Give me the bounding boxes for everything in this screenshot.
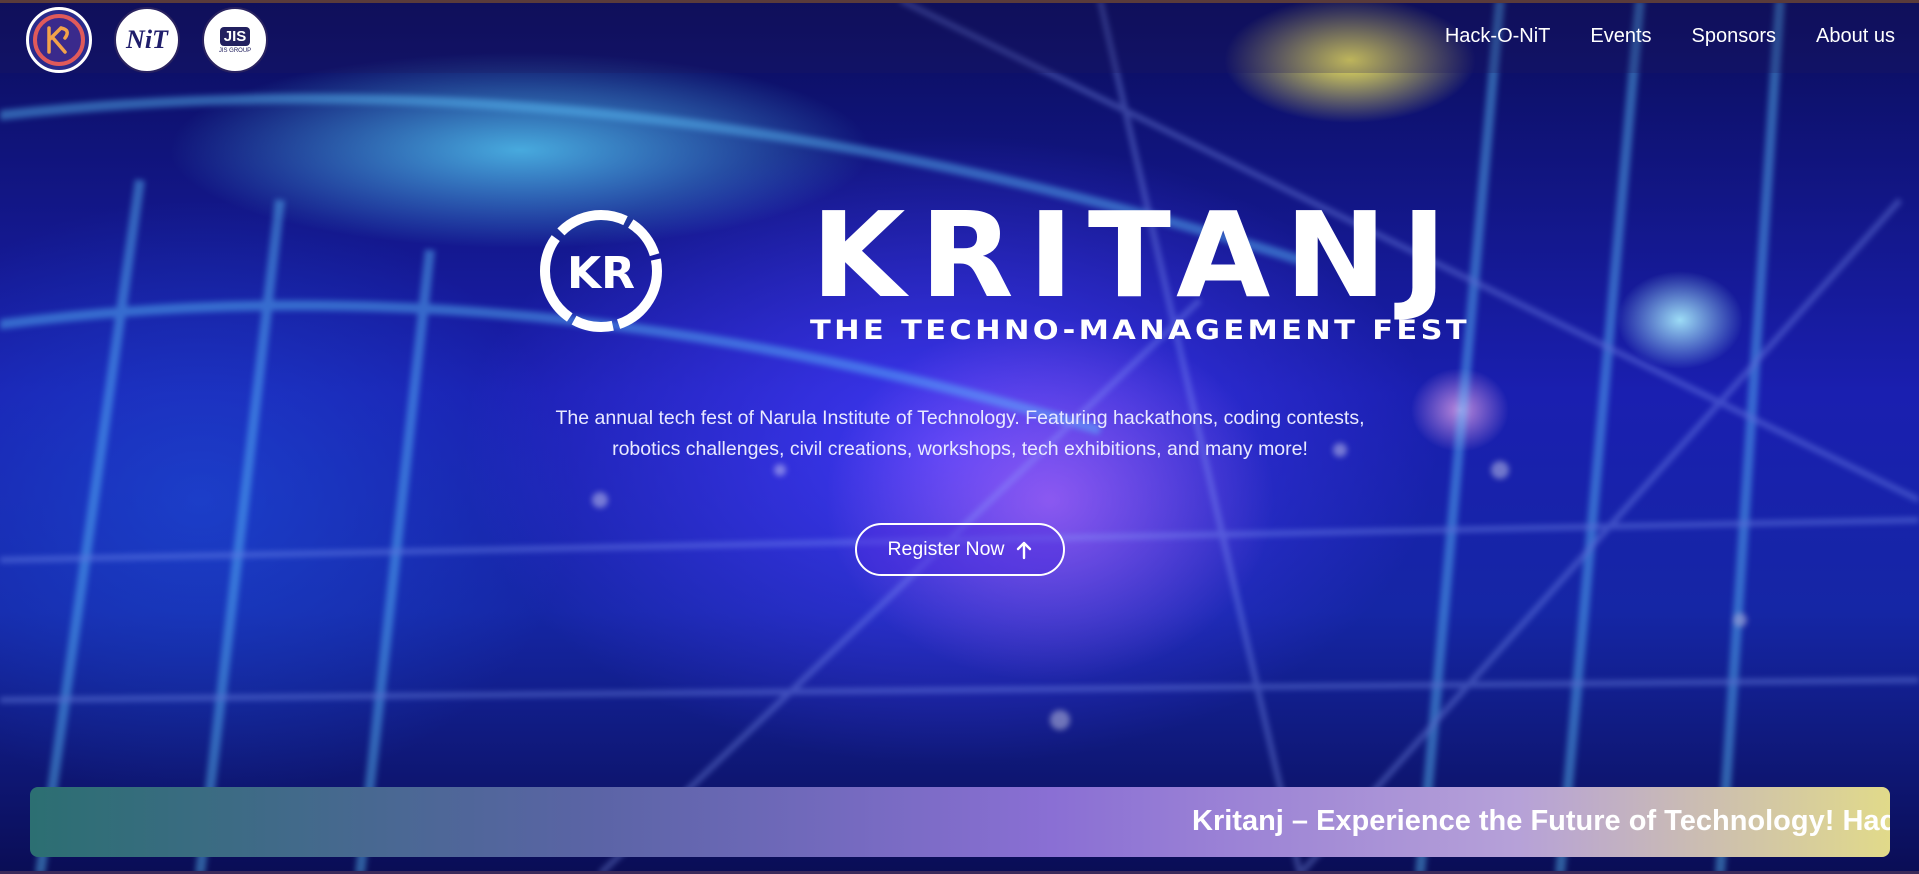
marquee-text: Kritanj – Experience the Future of Techn…: [1192, 805, 1890, 837]
nav-item-about-us[interactable]: About us: [1816, 25, 1895, 48]
hero-brand-logo: KR KRITANJ THE TECHNO-MANAGEMENT FEST: [540, 196, 1470, 346]
register-now-button[interactable]: Register Now: [855, 523, 1065, 576]
jis-logo-subtext: JIS GROUP: [218, 47, 252, 54]
main-nav: Hack-O-NiT Events Sponsors About us: [1445, 25, 1895, 48]
nav-item-events[interactable]: Events: [1590, 25, 1651, 48]
hero-title: KRITANJ: [811, 196, 1461, 324]
hero-emblem-icon: KR: [540, 210, 662, 332]
hero-emblem-letters: KR: [567, 248, 635, 299]
jis-logo-text: JIS: [219, 26, 251, 46]
hero-subtitle: THE TECHNO-MANAGEMENT FEST: [810, 315, 1470, 346]
nav-item-hack-o-nit[interactable]: Hack-O-NiT: [1445, 25, 1551, 48]
page: NiT JIS JIS GROUP Hack-O-NiT Events Spon…: [0, 0, 1919, 874]
hero-description: The annual tech fest of Narula Institute…: [555, 406, 1365, 460]
kritanj-emblem-icon: [33, 14, 85, 66]
nit-logo[interactable]: NiT: [114, 7, 180, 73]
logo-group: NiT JIS JIS GROUP: [26, 7, 268, 73]
jis-logo[interactable]: JIS JIS GROUP: [202, 7, 268, 73]
kritanj-logo[interactable]: [26, 7, 92, 73]
register-now-label: Register Now: [887, 538, 1005, 560]
top-navbar: NiT JIS JIS GROUP Hack-O-NiT Events Spon…: [0, 0, 1919, 73]
marquee-banner: Kritanj – Experience the Future of Techn…: [30, 787, 1890, 857]
arrow-up-icon: [1016, 541, 1031, 559]
nav-item-sponsors[interactable]: Sponsors: [1692, 25, 1777, 48]
nit-logo-text: NiT: [126, 25, 168, 54]
